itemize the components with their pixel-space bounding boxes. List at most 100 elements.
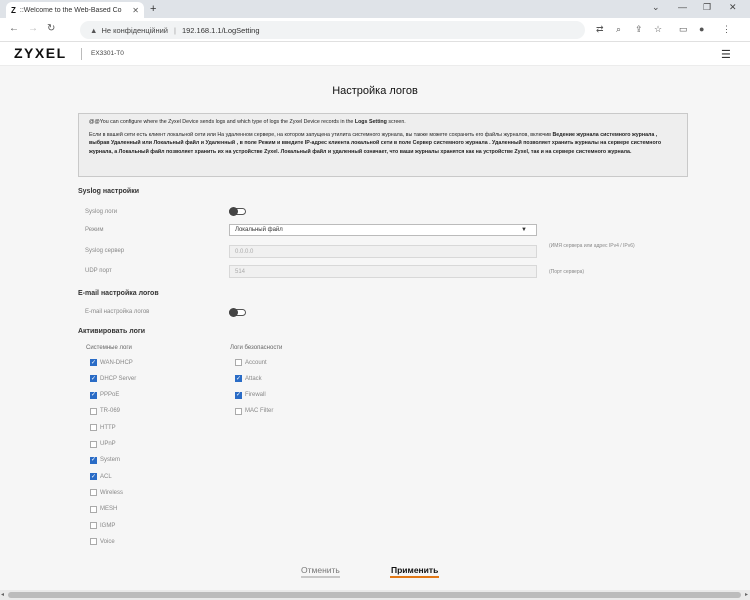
info-p2-text: Если в вашей сети есть клиент локальной … bbox=[89, 131, 553, 138]
syslog-toggle[interactable] bbox=[229, 207, 246, 216]
syslog-server-input[interactable]: 0.0.0.0 bbox=[229, 245, 537, 258]
info-text-bold: Logs Setting bbox=[354, 119, 387, 125]
log-checkbox-item[interactable]: ✓ PPPoE bbox=[90, 391, 120, 399]
activate-section-title: Активировать логи bbox=[78, 328, 146, 335]
log-checkbox-item[interactable]: MAC Filter bbox=[235, 407, 274, 415]
log-checkbox-item[interactable]: HTTP bbox=[90, 424, 116, 432]
horizontal-scrollbar[interactable]: ◂ ▸ bbox=[0, 590, 750, 600]
log-checkbox-item[interactable]: TR-069 bbox=[90, 407, 121, 415]
udp-port-label: UDP порт bbox=[85, 268, 112, 274]
email-toggle[interactable] bbox=[229, 308, 246, 317]
reload-icon[interactable]: ↻ bbox=[47, 23, 55, 34]
checkbox-checked-icon[interactable]: ✓ bbox=[90, 375, 97, 383]
warning-icon: ▲ bbox=[90, 25, 98, 35]
checkbox-unchecked-icon[interactable] bbox=[90, 505, 97, 513]
log-checkbox-label: PPPoE bbox=[100, 392, 120, 399]
log-checkbox-label: DHCP Server bbox=[100, 375, 137, 382]
checkbox-unchecked-icon[interactable] bbox=[90, 538, 97, 546]
scroll-right-icon[interactable]: ▸ bbox=[745, 591, 748, 598]
log-checkbox-label: Account bbox=[245, 359, 267, 366]
udp-port-input[interactable]: 514 bbox=[229, 265, 537, 278]
mode-label: Режим bbox=[85, 227, 104, 233]
info-text-c: screen. bbox=[386, 119, 406, 125]
info-box: @@You can configure where the Zyxel Devi… bbox=[78, 113, 688, 177]
log-checkbox-item[interactable]: IGMP bbox=[90, 522, 115, 529]
info-text-a: @@You can configure where the Zyxel Devi… bbox=[89, 119, 355, 125]
share-icon[interactable]: ⇪ bbox=[635, 24, 643, 35]
browser-tab[interactable]: Z ::Welcome to the Web-Based Co ✕ bbox=[6, 2, 144, 18]
tab-close-icon[interactable]: ✕ bbox=[132, 6, 144, 15]
log-checkbox-item[interactable]: ✓ WAN-DHCP bbox=[90, 359, 133, 366]
zoom-icon[interactable]: ⌕ bbox=[616, 24, 621, 35]
browser-tab-bar: Z ::Welcome to the Web-Based Co ✕ + ⌄ — … bbox=[0, 0, 750, 18]
log-checkbox-item[interactable]: ✓ System bbox=[90, 456, 121, 464]
mode-value: Локальный файл bbox=[235, 227, 283, 233]
scrollbar-thumb[interactable] bbox=[8, 592, 741, 598]
translate-icon[interactable]: ⇄ bbox=[596, 24, 604, 35]
browser-menu-icon[interactable]: ⋮ bbox=[722, 24, 731, 35]
log-checkbox-label: MESH bbox=[100, 506, 118, 513]
security-label: Не конфіденційний bbox=[101, 25, 168, 35]
cancel-button[interactable]: Отменить bbox=[301, 565, 340, 578]
checkbox-unchecked-icon[interactable] bbox=[90, 440, 97, 448]
security-logs-title: Логи безопасности bbox=[230, 345, 283, 351]
log-checkbox-item[interactable]: ✓ ACL bbox=[90, 473, 112, 481]
log-checkbox-item[interactable]: Voice bbox=[90, 538, 115, 546]
url-separator: | bbox=[174, 25, 176, 35]
router-header: ZYXEL EX3301-T0 ☰ bbox=[0, 42, 750, 66]
split-view-icon[interactable]: ▭ bbox=[679, 24, 688, 35]
model-name: EX3301-T0 bbox=[91, 50, 124, 57]
checkbox-unchecked-icon[interactable] bbox=[235, 359, 242, 366]
new-tab-button[interactable]: + bbox=[150, 3, 156, 15]
checkbox-checked-icon[interactable]: ✓ bbox=[90, 473, 97, 481]
checkbox-checked-icon[interactable]: ✓ bbox=[90, 359, 97, 366]
minimize-icon[interactable]: — bbox=[678, 2, 687, 12]
log-checkbox-label: System bbox=[100, 457, 121, 464]
checkbox-unchecked-icon[interactable] bbox=[90, 522, 97, 529]
checkbox-checked-icon[interactable]: ✓ bbox=[90, 456, 97, 464]
syslog-server-hint: (ИМЯ сервера или адрес IPv4 / IPv6) bbox=[549, 243, 635, 249]
checkbox-checked-icon[interactable]: ✓ bbox=[235, 375, 242, 383]
maximize-icon[interactable]: ❐ bbox=[703, 2, 711, 13]
profile-icon[interactable]: ● bbox=[699, 24, 704, 34]
email-section-title: E-mail настройка логов bbox=[78, 290, 159, 297]
checkbox-checked-icon[interactable]: ✓ bbox=[235, 391, 242, 399]
log-checkbox-item[interactable]: Wireless bbox=[90, 489, 124, 497]
toggle-knob bbox=[229, 308, 238, 317]
log-checkbox-label: Wireless bbox=[100, 489, 124, 496]
toggle-knob bbox=[229, 207, 238, 216]
mode-select[interactable]: Локальный файл ▼ bbox=[229, 224, 537, 236]
info-line-1: @@You can configure where the Zyxel Devi… bbox=[89, 118, 677, 127]
bookmark-star-icon[interactable]: ☆ bbox=[654, 24, 662, 35]
forward-icon[interactable]: → bbox=[28, 23, 38, 34]
apply-button[interactable]: Применить bbox=[389, 565, 440, 578]
tab-title: ::Welcome to the Web-Based Co bbox=[19, 6, 122, 14]
hamburger-menu-icon[interactable]: ☰ bbox=[721, 48, 731, 61]
system-logs-title: Системные логи bbox=[86, 345, 132, 351]
main-content: Настройка логов @@You can configure wher… bbox=[0, 66, 750, 590]
checkbox-unchecked-icon[interactable] bbox=[90, 489, 97, 497]
syslog-section-title: Syslog настройки bbox=[78, 188, 140, 195]
log-checkbox-item[interactable]: MESH bbox=[90, 505, 118, 513]
udp-port-hint: (Порт сервера) bbox=[549, 269, 585, 275]
chevron-down-icon[interactable]: ⌄ bbox=[652, 2, 660, 13]
url-text: 192.168.1.1/LogSetting bbox=[181, 25, 260, 35]
log-checkbox-label: ACL bbox=[100, 473, 112, 480]
log-checkbox-label: MAC Filter bbox=[245, 408, 274, 415]
checkbox-unchecked-icon[interactable] bbox=[90, 407, 97, 415]
log-checkbox-item[interactable]: ✓ DHCP Server bbox=[90, 375, 137, 383]
scroll-left-icon[interactable]: ◂ bbox=[1, 591, 4, 598]
checkbox-unchecked-icon[interactable] bbox=[235, 407, 242, 415]
back-icon[interactable]: ← bbox=[9, 23, 19, 34]
log-checkbox-item[interactable]: ✓ Attack bbox=[235, 375, 262, 383]
log-checkbox-item[interactable]: UPnP bbox=[90, 440, 116, 448]
log-checkbox-label: UPnP bbox=[100, 441, 116, 447]
url-bar[interactable]: ▲ Не конфіденційний | 192.168.1.1/LogSet… bbox=[80, 21, 585, 39]
log-checkbox-label: IGMP bbox=[100, 522, 116, 529]
close-window-icon[interactable]: ✕ bbox=[729, 2, 737, 13]
checkbox-unchecked-icon[interactable] bbox=[90, 424, 97, 432]
checkbox-checked-icon[interactable]: ✓ bbox=[90, 391, 97, 399]
log-checkbox-item[interactable]: ✓ Firewall bbox=[235, 391, 266, 399]
log-checkbox-label: TR-069 bbox=[100, 408, 121, 415]
log-checkbox-item[interactable]: Account bbox=[235, 359, 267, 366]
